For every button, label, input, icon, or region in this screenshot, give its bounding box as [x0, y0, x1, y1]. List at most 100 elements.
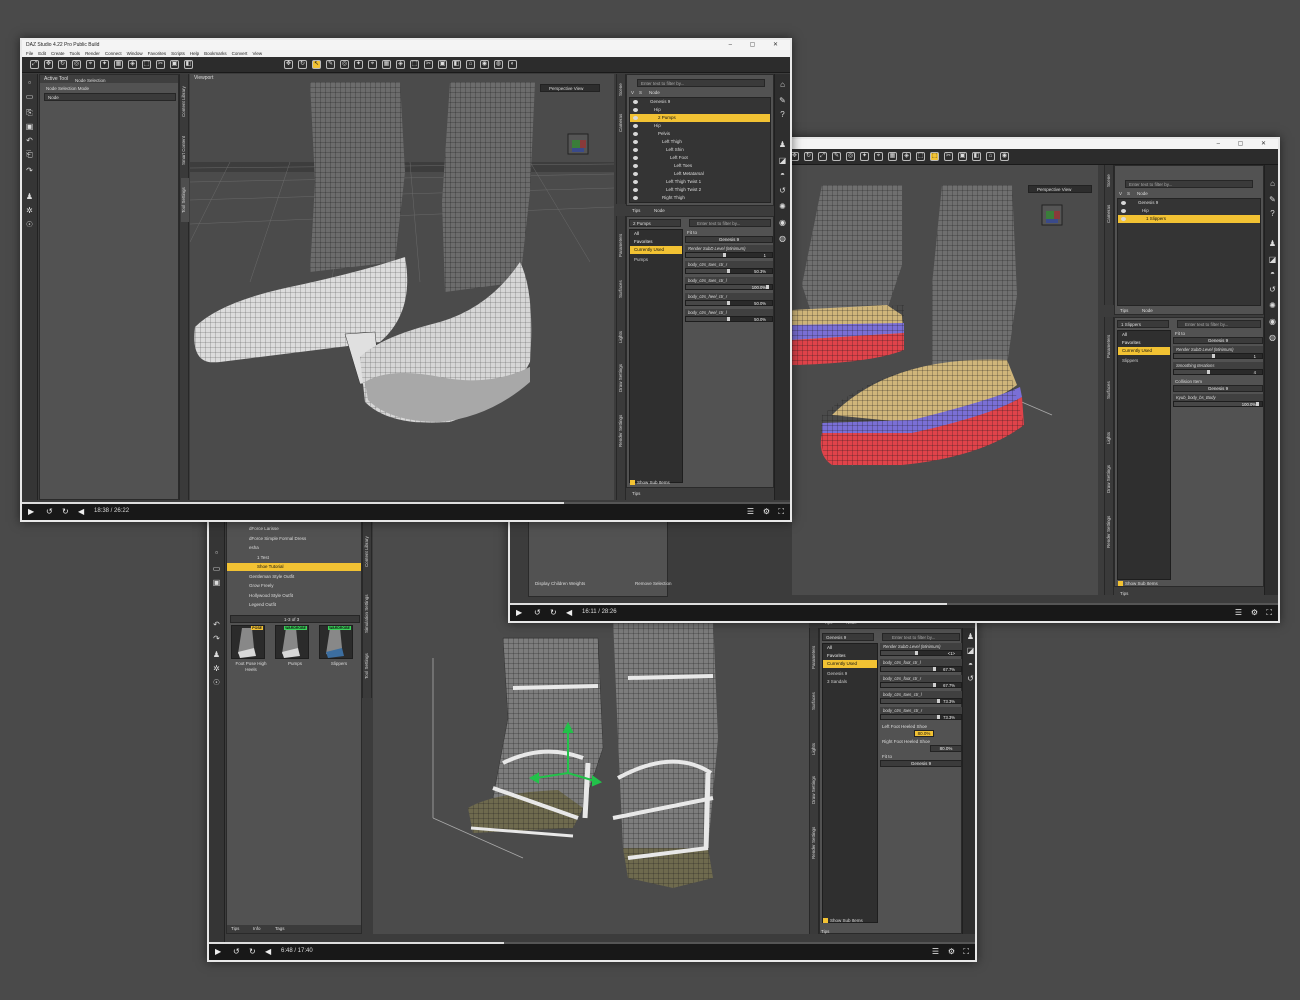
- filter-input[interactable]: Enter text to filter by...: [689, 219, 771, 227]
- scene-row[interactable]: Genesis 9: [1118, 199, 1260, 207]
- joint-icon[interactable]: ✲: [212, 664, 221, 673]
- camera-icon[interactable]: ◉: [1268, 317, 1277, 326]
- tool-icon[interactable]: ↖: [312, 60, 321, 69]
- tab-node[interactable]: Node: [1142, 307, 1153, 314]
- tool-icon[interactable]: ▣: [958, 152, 967, 161]
- replay-icon[interactable]: ↻: [62, 507, 69, 516]
- tab-tips[interactable]: Tips: [1120, 307, 1128, 314]
- item-dropdown[interactable]: 1 Slippers: [1117, 320, 1169, 328]
- tool-icon[interactable]: ✥: [284, 60, 293, 69]
- tool-icon[interactable]: ▣: [438, 60, 447, 69]
- new-icon[interactable]: ▫: [212, 548, 221, 557]
- scene-row[interactable]: Left Shin: [630, 146, 770, 154]
- hair-icon[interactable]: ◓: [966, 660, 975, 669]
- display-children-weights[interactable]: Display Children Weights: [535, 580, 585, 587]
- folder-item[interactable]: Grow Freely: [227, 582, 361, 590]
- fullscreen-icon[interactable]: ⛶: [963, 947, 969, 956]
- parameter-slider[interactable]: Smoothing Iterations 4: [1173, 362, 1263, 377]
- slider-track[interactable]: <1>: [880, 650, 962, 656]
- pose-icon[interactable]: ↺: [1268, 285, 1277, 294]
- tab-surfaces[interactable]: Surfaces: [811, 684, 819, 718]
- eye-icon[interactable]: [633, 156, 638, 160]
- tool-icon[interactable]: ▦: [888, 152, 897, 161]
- category-favorites[interactable]: Favorites: [823, 652, 877, 660]
- tool-icon[interactable]: ◈: [396, 60, 405, 69]
- content-thumbnail[interactable]: WARDROBE: [275, 625, 309, 659]
- scene-row[interactable]: Left Thigh: [630, 138, 770, 146]
- chapters-icon[interactable]: ☰: [932, 947, 939, 956]
- filter-input[interactable]: Enter text to filter by...: [1177, 320, 1261, 328]
- bottom-tab-tips[interactable]: Tips: [1120, 590, 1128, 597]
- category-all[interactable]: All: [1118, 331, 1170, 339]
- category-all[interactable]: All: [823, 644, 877, 652]
- tool-icon[interactable]: ◉: [480, 60, 489, 69]
- tool-icon[interactable]: ✎: [832, 152, 841, 161]
- parameter-slider[interactable]: body_ctrs_foot_ctr_l 67.7%: [880, 659, 962, 674]
- eye-icon[interactable]: [633, 172, 638, 176]
- eye-icon[interactable]: [633, 140, 638, 144]
- tool-icon[interactable]: ◍: [494, 60, 503, 69]
- replay-icon[interactable]: ↻: [550, 608, 557, 617]
- parameter-slider[interactable]: body_ctrs_heel_ctr_r 50.0%: [685, 293, 773, 308]
- progress-track[interactable]: [209, 942, 975, 944]
- tab-lights[interactable]: Lights: [1106, 427, 1114, 449]
- merge-icon[interactable]: ⎘: [25, 108, 34, 117]
- tab-tool-settings[interactable]: Tool Settings: [364, 646, 372, 686]
- fit-to-button[interactable]: Genesis 9: [1173, 337, 1263, 344]
- material-icon[interactable]: ◍: [1268, 333, 1277, 342]
- home-icon[interactable]: ⌂: [778, 80, 787, 89]
- tab-content-library[interactable]: Content Library: [181, 80, 189, 124]
- camera-icon[interactable]: ◉: [778, 218, 787, 227]
- slider-knob[interactable]: [727, 317, 730, 321]
- menu-scripts[interactable]: Scripts: [171, 51, 185, 56]
- show-sub-items[interactable]: Show Sub Items: [630, 479, 670, 486]
- perspective-dropdown[interactable]: Perspective View: [540, 84, 600, 92]
- category-currently-used[interactable]: Currently Used: [823, 660, 877, 668]
- folder-item[interactable]: dForce Simple Formal Dress: [227, 535, 361, 543]
- volume-icon[interactable]: ◀: [265, 947, 271, 956]
- parameter-slider[interactable]: Render SubD Level (Minimum) <1>: [880, 643, 962, 658]
- home-icon[interactable]: ⌂: [1268, 179, 1277, 188]
- slider-track[interactable]: 50.0%: [685, 316, 773, 322]
- pose-icon[interactable]: ☉: [25, 220, 34, 229]
- tab-draw-settings[interactable]: Draw Settings: [1106, 457, 1114, 501]
- tab-surfaces[interactable]: Surfaces: [618, 272, 626, 306]
- tool-icon[interactable]: ◎: [340, 60, 349, 69]
- brush-icon[interactable]: ✎: [778, 96, 787, 105]
- tool-icon[interactable]: ✦: [354, 60, 363, 69]
- category-favorites[interactable]: Favorites: [1118, 339, 1170, 347]
- tool-icon[interactable]: ⌂: [986, 152, 995, 161]
- slider-knob[interactable]: [765, 285, 769, 289]
- slider-track[interactable]: 100.0%: [685, 284, 773, 290]
- parameter-slider[interactable]: body_ctrs_foot_ctr_r 67.7%: [880, 675, 962, 690]
- tool-icon[interactable]: ⌖: [874, 152, 883, 161]
- category-currently-used[interactable]: Currently Used: [630, 246, 682, 254]
- eye-icon[interactable]: [633, 188, 638, 192]
- eye-icon[interactable]: [633, 180, 638, 184]
- category-currently-used[interactable]: Currently Used: [1118, 347, 1170, 355]
- menu-connect[interactable]: Connect: [105, 51, 122, 56]
- tab-info[interactable]: Info: [253, 925, 261, 932]
- tool-icon[interactable]: ◉: [1000, 152, 1009, 161]
- scene-row[interactable]: Left Thigh Twist 2: [630, 186, 770, 194]
- fit-to-button[interactable]: Genesis 9: [880, 760, 962, 767]
- parameter-slider[interactable]: body_ctrs_toes_ctr_l 73.3%: [880, 691, 962, 706]
- tab-draw-settings[interactable]: Draw Settings: [618, 356, 626, 400]
- save-icon[interactable]: ▣: [212, 578, 221, 587]
- tab-tool-settings[interactable]: Tool Settings: [181, 178, 189, 222]
- window-controls[interactable]: – ▢ ✕: [729, 40, 786, 50]
- parameter-slider[interactable]: body_ctrs_toes_ctr_r 73.3%: [880, 707, 962, 722]
- eye-icon[interactable]: [633, 196, 638, 200]
- tool-icon[interactable]: ⌖: [86, 60, 95, 69]
- help-icon[interactable]: ?: [778, 110, 787, 119]
- tool-icon[interactable]: ⬚: [410, 60, 419, 69]
- eye-icon[interactable]: [633, 108, 638, 112]
- tool-icon[interactable]: ▦: [382, 60, 391, 69]
- play-icon[interactable]: ▶: [215, 947, 221, 956]
- tab-lights[interactable]: Lights: [618, 326, 626, 348]
- tool-icon[interactable]: ⤢: [818, 152, 827, 161]
- left-shoe-value[interactable]: 80.0%: [914, 730, 934, 737]
- tool-icon[interactable]: ◈: [128, 60, 137, 69]
- tab-surfaces[interactable]: Surfaces: [1106, 373, 1114, 407]
- scene-row[interactable]: Right Thigh: [630, 194, 770, 202]
